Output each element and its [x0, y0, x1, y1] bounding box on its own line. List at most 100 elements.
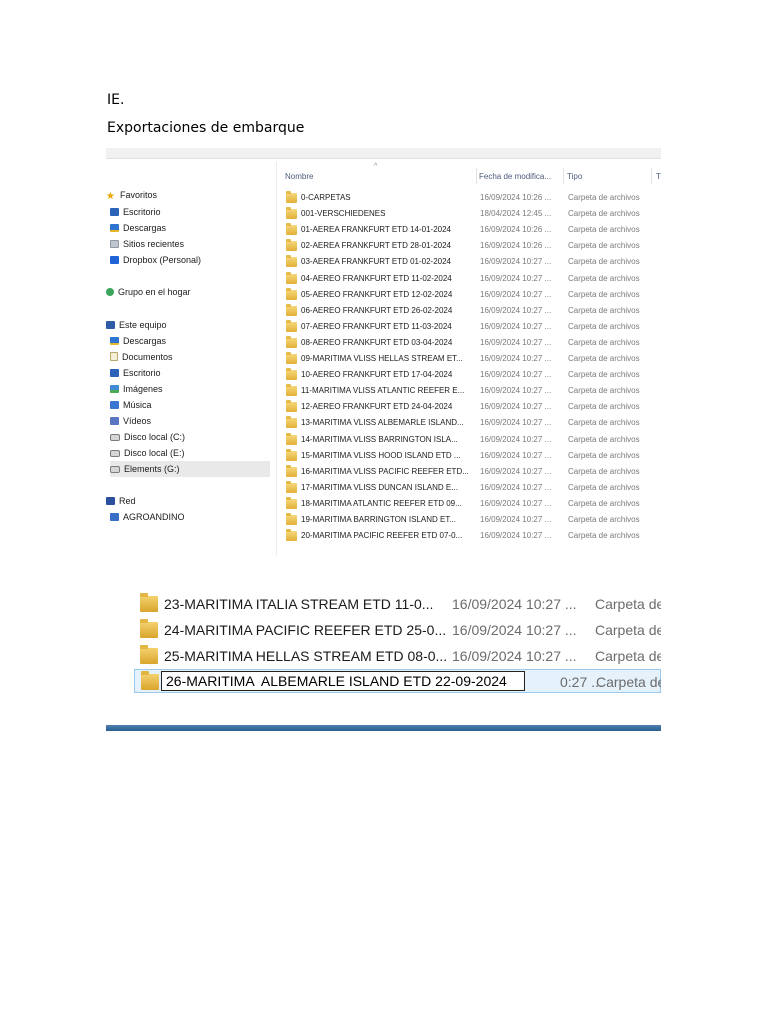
column-separator[interactable]: [651, 168, 652, 184]
nav-item-imagenes[interactable]: Imágenes: [110, 381, 163, 397]
file-date: 16/09/2024 10:27 ...: [480, 515, 552, 524]
rename-input[interactable]: [161, 671, 525, 691]
file-type: Carpeta de: [595, 622, 661, 638]
file-row[interactable]: 02-AEREA FRANKFURT ETD 28-01-2024 16/09/2…: [282, 238, 661, 254]
file-type: Carpeta de archivos: [568, 515, 640, 524]
file-row[interactable]: 09-MARITIMA VLISS HELLAS STREAM ET... 16/…: [282, 351, 661, 367]
file-date: 16/09/2024 10:27 ...: [480, 354, 552, 363]
file-date: 16/09/2024 10:27 ...: [480, 418, 552, 428]
file-name: 14-MARITIMA VLISS BARRINGTON ISLA...: [301, 434, 458, 444]
file-row[interactable]: 05-AEREO FRANKFURT ETD 12-02-2024 16/09/2…: [282, 287, 661, 303]
file-date: 16/09/2024 10:27 ...: [480, 337, 552, 347]
nav-item-disco-e[interactable]: Disco local (E:): [110, 445, 185, 461]
folder-icon: [286, 513, 297, 525]
file-name: 23-MARITIMA ITALIA STREAM ETD 11-0...: [164, 596, 434, 612]
file-name: 16-MARITIMA VLISS PACIFIC REEFER ETD...: [301, 466, 469, 476]
file-row[interactable]: 03-AEREA FRANKFURT ETD 01-02-2024 16/09/2…: [282, 254, 661, 270]
nav-item-pc-escritorio[interactable]: Escritorio: [110, 365, 161, 381]
file-name: 18-MARITIMA ATLANTIC REEFER ETD 09...: [301, 498, 462, 508]
document-heading: IE.: [107, 92, 125, 108]
file-row[interactable]: 01-AEREA FRANKFURT ETD 14-01-2024 16/09/2…: [282, 222, 661, 238]
column-separator[interactable]: [563, 168, 564, 184]
nav-homegroup[interactable]: Grupo en el hogar: [106, 284, 191, 300]
folder-icon: [286, 480, 297, 493]
file-name: 06-AEREO FRANKFURT ETD 26-02-2024: [301, 305, 453, 315]
taskbar: [106, 725, 661, 731]
column-header-name[interactable]: Nombre: [285, 172, 313, 181]
file-row[interactable]: 10-AEREO FRANKFURT ETD 17-04-2024 16/09/2…: [282, 367, 661, 383]
file-row[interactable]: 11-MARITIMA VLISS ATLANTIC REEFER E... 16…: [282, 383, 661, 399]
nav-network[interactable]: Red: [106, 493, 136, 509]
file-name: 07-AEREO FRANKFURT ETD 11-03-2024: [301, 321, 452, 331]
nav-favorites[interactable]: ★ Favoritos: [106, 187, 157, 203]
file-row[interactable]: 25-MARITIMA HELLAS STREAM ETD 08-0... 16…: [134, 644, 661, 668]
file-name: 10-AEREO FRANKFURT ETD 17-04-2024: [301, 370, 453, 380]
file-name: 05-AEREO FRANKFURT ETD 12-02-2024: [301, 289, 453, 299]
file-date: 16/09/2024 10:27 ...: [480, 434, 552, 444]
file-row[interactable]: 19-MARITIMA BARRINGTON ISLAND ET... 16/09…: [282, 512, 661, 528]
file-type: Carpeta de archivos: [568, 402, 640, 412]
nav-item-disco-c[interactable]: Disco local (C:): [110, 429, 185, 445]
nav-item-videos[interactable]: Vídeos: [110, 413, 151, 429]
folder-icon: [286, 448, 297, 461]
file-row[interactable]: 24-MARITIMA PACIFIC REEFER ETD 25-0... 1…: [134, 618, 661, 642]
nav-item-musica[interactable]: Música: [110, 397, 152, 413]
column-header-type[interactable]: Tipo: [567, 172, 582, 181]
star-icon: ★: [106, 191, 115, 202]
folder-icon: [286, 303, 297, 316]
file-type: Carpeta de archivos: [568, 354, 640, 363]
navigation-pane: ★ Favoritos Escritorio Descargas Sitios r…: [106, 162, 270, 556]
nav-item-sitios-recientes[interactable]: Sitios recientes: [110, 236, 184, 252]
file-row[interactable]: 23-MARITIMA ITALIA STREAM ETD 11-0... 16…: [134, 592, 661, 616]
nav-item-descargas[interactable]: Descargas: [110, 220, 166, 236]
folder-icon: [286, 271, 297, 284]
file-row[interactable]: 14-MARITIMA VLISS BARRINGTON ISLA... 16/0…: [282, 432, 661, 448]
file-type: Carpeta de archivos: [568, 225, 640, 235]
file-name: 04-AEREO FRANKFURT ETD 11-02-2024: [301, 273, 452, 283]
file-row[interactable]: 0-CARPETAS 16/09/2024 10:26 ... Carpeta de…: [282, 190, 661, 206]
file-row[interactable]: 15-MARITIMA VLISS HOOD ISLAND ETD ... 16/…: [282, 448, 661, 464]
file-date: 16/09/2024 10:27 ...: [480, 498, 552, 508]
nav-this-pc[interactable]: Este equipo: [106, 317, 167, 333]
file-date: 18/04/2024 12:45 ...: [480, 209, 552, 219]
file-row-selected[interactable]: 0:27 ... Carpeta de: [134, 669, 661, 693]
file-row[interactable]: 13-MARITIMA VLISS ALBEMARLE ISLAND... 16/…: [282, 415, 661, 431]
file-row[interactable]: 07-AEREO FRANKFURT ETD 11-03-2024 16/09/2…: [282, 319, 661, 335]
file-row[interactable]: 08-AEREO FRANKFURT ETD 03-04-2024 16/09/2…: [282, 335, 661, 351]
nav-item-elements-g[interactable]: Elements (G:): [110, 461, 270, 477]
column-separator[interactable]: [476, 168, 477, 184]
file-type: Carpeta de: [595, 648, 661, 664]
file-type: Carpeta de archivos: [568, 305, 640, 315]
folder-icon: [286, 191, 297, 203]
file-date: 16/09/2024 10:27 ...: [480, 305, 552, 315]
file-row[interactable]: 06-AEREO FRANKFURT ETD 26-02-2024 16/09/2…: [282, 303, 661, 319]
file-row[interactable]: 20-MARITIMA PACIFIC REEFER ETD 07-0... 16…: [282, 528, 661, 544]
column-header-date[interactable]: Fecha de modifica...: [479, 172, 551, 181]
folder-icon: [286, 464, 297, 477]
file-row[interactable]: 18-MARITIMA ATLANTIC REEFER ETD 09... 16/…: [282, 496, 661, 512]
column-header-extra[interactable]: T: [656, 172, 661, 181]
file-type: Carpeta de archivos: [568, 434, 640, 444]
file-name: 0-CARPETAS: [301, 193, 351, 202]
nav-item-agroandino[interactable]: AGROANDINO: [110, 509, 185, 525]
folder-icon: [286, 496, 297, 509]
file-row[interactable]: 04-AEREO FRANKFURT ETD 11-02-2024 16/09/2…: [282, 271, 661, 287]
computer-icon: [106, 321, 115, 329]
homegroup-icon: [106, 288, 114, 296]
nav-item-documentos[interactable]: Documentos: [110, 349, 173, 365]
file-row[interactable]: 001-VERSCHIEDENES 18/04/2024 12:45 ... Car…: [282, 206, 661, 222]
nav-item-escritorio[interactable]: Escritorio: [110, 204, 161, 220]
folder-icon: [140, 619, 158, 638]
nav-item-pc-descargas[interactable]: Descargas: [110, 333, 166, 349]
nav-item-dropbox[interactable]: Dropbox (Personal): [110, 252, 201, 268]
file-type: Carpeta de archivos: [568, 498, 640, 508]
network-computer-icon: [110, 513, 119, 521]
file-row[interactable]: 12-AEREO FRANKFURT ETD 24-04-2024 16/09/2…: [282, 399, 661, 415]
file-row[interactable]: 16-MARITIMA VLISS PACIFIC REEFER ETD... 1…: [282, 464, 661, 480]
file-date: 16/09/2024 10:27 ...: [480, 450, 552, 460]
file-date: 16/09/2024 10:26 ...: [480, 193, 552, 202]
documents-icon: [110, 352, 118, 361]
sort-caret-icon: ^: [374, 163, 378, 170]
file-row[interactable]: 17-MARITIMA VLISS DUNCAN ISLAND E... 16/0…: [282, 480, 661, 496]
file-type: Carpeta de: [595, 596, 661, 612]
